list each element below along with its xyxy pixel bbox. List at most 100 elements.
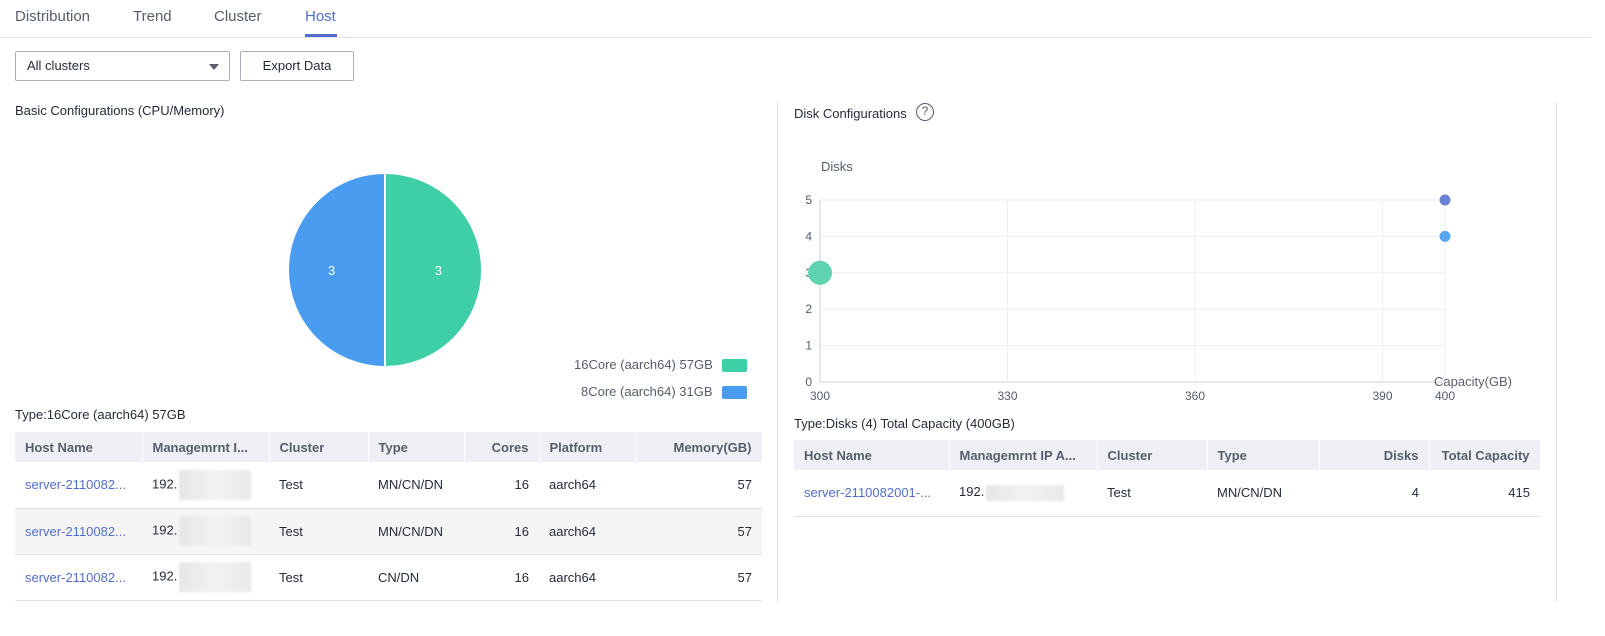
pie-legend-label: 8Core (aarch64) 31GB (581, 384, 713, 399)
cluster-select[interactable]: All clusters (15, 51, 230, 81)
tab-bar: Distribution Trend Cluster Host (0, 0, 1590, 38)
x-axis-label: Capacity(GB) (1434, 374, 1512, 389)
platform-cell: aarch64 (539, 462, 636, 509)
redacted-ip (986, 485, 1065, 502)
cores-cell: 16 (464, 508, 539, 555)
x-tick-label: 300 (810, 389, 830, 403)
ip-cell: 192. (142, 554, 269, 601)
ip-cell: 192. (142, 508, 269, 555)
pie-legend-item-0[interactable]: 16Core (aarch64) 57GB (574, 357, 713, 372)
x-tick-label: 400 (1435, 389, 1455, 403)
col-disks[interactable]: Disks (1319, 440, 1430, 470)
memory-cell: 57 (636, 554, 762, 601)
type-cell: MN/CN/DN (368, 462, 464, 509)
col-total-capacity[interactable]: Total Capacity (1429, 440, 1541, 470)
table-row: server-2110082... 192. Test CN/DN 16 aar… (15, 554, 762, 601)
col-host-name[interactable]: Host Name (794, 440, 950, 470)
pie-slice[interactable] (287, 171, 386, 369)
type-cell: MN/CN/DN (1207, 470, 1319, 517)
type-cell: CN/DN (368, 554, 464, 601)
col-type[interactable]: Type (368, 432, 465, 462)
col-memory[interactable]: Memory(GB) (636, 432, 763, 462)
active-tab-indicator (305, 34, 337, 37)
ip-prefix: 192. (152, 476, 178, 492)
col-platform[interactable]: Platform (539, 432, 637, 462)
scatter-point[interactable] (1439, 230, 1451, 242)
host-link[interactable]: server-2110082... (25, 477, 126, 492)
table-row: server-2110082001-... 192. Test MN/CN/DN… (794, 470, 1540, 517)
x-tick-label: 360 (1185, 389, 1205, 403)
left-type-caption: Type:16Core (aarch64) 57GB (15, 407, 186, 422)
right-edge-divider (1556, 102, 1557, 602)
redacted-ip (179, 516, 252, 546)
table-header-row: Host Name Managemrnt I... Cluster Type C… (15, 432, 763, 462)
platform-cell: aarch64 (539, 508, 636, 555)
section-divider (777, 102, 778, 602)
cluster-cell: Test (269, 554, 368, 601)
basic-config-title: Basic Configurations (CPU/Memory) (15, 103, 225, 118)
host-link[interactable]: server-2110082... (25, 524, 126, 539)
table-row: server-2110082... 192. Test MN/CN/DN 16 … (15, 508, 762, 555)
table-row: server-2110082... 192. Test MN/CN/DN 16 … (15, 462, 762, 509)
memory-cell: 57 (636, 462, 762, 509)
ip-prefix: 192. (152, 568, 178, 584)
y-tick-label: 2 (805, 302, 812, 316)
question-circle-icon[interactable]: ? (916, 103, 934, 121)
export-data-button[interactable]: Export Data (240, 51, 354, 81)
pie-chart: 33 (287, 171, 483, 369)
legend-swatch-blue (722, 386, 747, 399)
col-host-name[interactable]: Host Name (15, 432, 143, 462)
tab-cluster[interactable]: Cluster (214, 8, 262, 25)
chevron-down-icon (209, 64, 219, 70)
pie-slice-label: 3 (435, 263, 442, 278)
cluster-cell: Test (1097, 470, 1207, 517)
disk-config-title: Disk Configurations (794, 106, 907, 121)
cluster-cell: Test (269, 462, 368, 509)
tab-distribution[interactable]: Distribution (15, 8, 90, 25)
tab-trend[interactable]: Trend (133, 8, 172, 25)
cluster-select-value: All clusters (27, 58, 90, 73)
disks-cell: 4 (1319, 470, 1429, 517)
col-cluster[interactable]: Cluster (1097, 440, 1208, 470)
y-tick-label: 4 (805, 229, 812, 243)
y-tick-label: 1 (805, 339, 812, 353)
redacted-ip (179, 562, 252, 592)
scatter-chart: Disks012345300330360390400Capacity(GB) (805, 159, 1512, 403)
platform-cell: aarch64 (539, 554, 636, 601)
y-axis-label: Disks (821, 159, 853, 174)
disk-config-table: Host Name Managemrnt IP A... Cluster Typ… (794, 440, 1541, 517)
col-management-ip[interactable]: Managemrnt I... (142, 432, 270, 462)
table-header-row: Host Name Managemrnt IP A... Cluster Typ… (794, 440, 1541, 470)
host-link[interactable]: server-2110082001-... (804, 485, 931, 500)
x-tick-label: 390 (1372, 389, 1392, 403)
col-cluster[interactable]: Cluster (269, 432, 369, 462)
pie-slice-label: 3 (328, 263, 335, 278)
memory-cell: 57 (636, 508, 762, 555)
x-tick-label: 330 (997, 389, 1017, 403)
right-type-caption: Type:Disks (4) Total Capacity (400GB) (794, 416, 1015, 431)
type-cell: MN/CN/DN (368, 508, 464, 555)
pie-legend-label: 16Core (aarch64) 57GB (574, 357, 713, 372)
col-type[interactable]: Type (1207, 440, 1320, 470)
pie-legend-item-1[interactable]: 8Core (aarch64) 31GB (581, 384, 713, 399)
scatter-point[interactable] (808, 260, 832, 285)
cluster-cell: Test (269, 508, 368, 555)
ip-cell: 192. (142, 462, 269, 509)
redacted-ip (179, 469, 252, 500)
legend-swatch-green (722, 359, 747, 372)
capacity-cell: 415 (1429, 470, 1540, 517)
ip-prefix: 192. (152, 522, 178, 538)
cores-cell: 16 (464, 554, 539, 601)
y-tick-label: 0 (805, 375, 812, 389)
pie-slice[interactable] (384, 171, 483, 369)
basic-config-table: Host Name Managemrnt I... Cluster Type C… (15, 432, 763, 601)
col-cores[interactable]: Cores (464, 432, 540, 462)
ip-cell: 192. (949, 470, 1097, 517)
scatter-point[interactable] (1439, 194, 1451, 206)
tab-host[interactable]: Host (305, 8, 336, 25)
host-link[interactable]: server-2110082... (25, 570, 126, 585)
cores-cell: 16 (464, 462, 539, 509)
col-management-ip[interactable]: Managemrnt IP A... (949, 440, 1098, 470)
y-tick-label: 5 (805, 193, 812, 207)
ip-prefix: 192. (959, 484, 985, 500)
